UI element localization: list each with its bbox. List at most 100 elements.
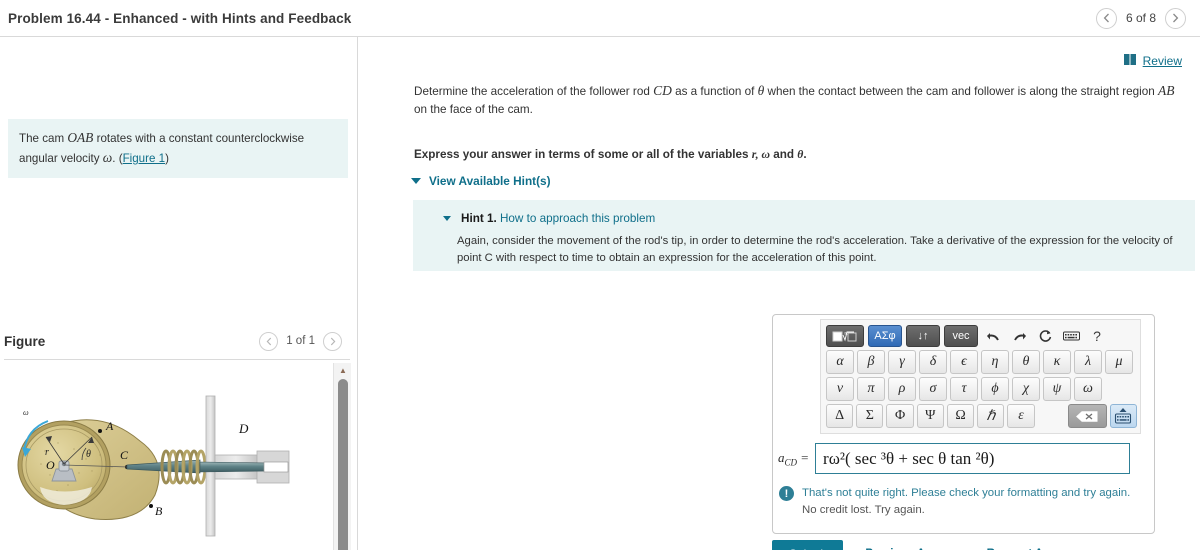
key-epsilon[interactable]: ϵ: [950, 350, 978, 374]
answer-input[interactable]: rω²( sec ³θ + sec θ tan ²θ): [815, 443, 1131, 474]
question-part2: as a function of: [671, 85, 758, 98]
vec-button[interactable]: vec: [944, 325, 978, 347]
prev-figure-button[interactable]: [259, 331, 279, 351]
answer-label-sub: CD: [784, 457, 798, 468]
hint-body: Again, consider the movement of the rod'…: [457, 235, 1173, 264]
prev-problem-button[interactable]: [1095, 7, 1117, 29]
key-Omega[interactable]: Ω: [946, 404, 975, 428]
hint-title: How to approach this problem: [499, 212, 656, 225]
question-text: Determine the acceleration of the follow…: [414, 81, 1189, 119]
point-A-dot: [98, 429, 102, 433]
greek-keys: α β γ δ ϵ η θ κ λ μ ν π ρ σ τ ϕ χ ψ ω Δ …: [826, 350, 1137, 431]
key-Psi[interactable]: Ψ: [916, 404, 944, 428]
greek-keys-row-1: α β γ δ ϵ η θ κ λ μ: [826, 350, 1137, 374]
key-alpha[interactable]: α: [826, 350, 854, 374]
figure-label-r: r: [45, 447, 49, 458]
key-tau[interactable]: τ: [950, 377, 978, 401]
key-rho[interactable]: ρ: [888, 377, 916, 401]
figure-label-theta: θ: [86, 449, 91, 460]
greek-palette-button[interactable]: ΑΣφ: [868, 325, 902, 347]
key-kappa[interactable]: κ: [1043, 350, 1071, 374]
key-mu[interactable]: μ: [1105, 350, 1133, 374]
figure-label-B: B: [155, 504, 163, 518]
answer-row: aCD = rω²( sec ³θ + sec θ tan ²θ): [778, 443, 1150, 474]
cam-figure: ω r θ O A B C D: [0, 363, 332, 550]
palette-toolbar: ∞ ΑΣφ ↓↑ vec ?: [826, 324, 1137, 348]
answer-actions: Submit Previous Answers Request Answer: [772, 540, 1076, 550]
spring: [160, 449, 207, 485]
chevron-left-icon: [1103, 13, 1109, 23]
page-title: Problem 16.44 - Enhanced - with Hints an…: [8, 10, 352, 26]
figure-scrollbar[interactable]: ▲ ▼: [333, 363, 351, 550]
key-hbar[interactable]: ℏ: [977, 404, 1005, 428]
figure-1-link[interactable]: Figure 1: [123, 152, 166, 165]
scrollbar-thumb[interactable]: [338, 379, 348, 550]
exclamation-icon: !: [779, 486, 794, 501]
view-hints-toggle[interactable]: View Available Hint(s): [411, 174, 551, 188]
key-varepsilon[interactable]: ε: [1007, 404, 1035, 428]
chevron-down-icon: [411, 178, 421, 184]
express-answer-instruction: Express your answer in terms of some or …: [414, 148, 1189, 161]
key-phi[interactable]: ϕ: [981, 377, 1009, 401]
reset-circle-icon[interactable]: [1034, 325, 1056, 347]
hint-panel: Hint 1. How to approach this problem Aga…: [413, 200, 1195, 271]
key-delta[interactable]: δ: [919, 350, 947, 374]
answer-equals: =: [800, 449, 810, 465]
figure-label-A: A: [105, 419, 114, 433]
next-problem-button[interactable]: [1165, 7, 1186, 29]
left-panel: The cam OAB rotates with a constant coun…: [0, 37, 358, 550]
question-part3: when the contact between the cam and fol…: [764, 85, 1158, 98]
statement-omega: ω: [102, 149, 113, 165]
problem-statement: The cam OAB rotates with a constant coun…: [8, 119, 348, 178]
question-rod-cd: CD: [653, 83, 672, 98]
question-region-ab: AB: [1157, 83, 1175, 98]
chevron-left-icon: [266, 337, 271, 345]
express-pre: Express your answer in terms of some or …: [414, 148, 752, 161]
rod-tip-D: [263, 461, 289, 473]
feedback-line-2: No credit lost. Try again.: [802, 503, 925, 516]
keyboard-icon[interactable]: [1060, 325, 1082, 347]
hide-keyboard-key[interactable]: [1109, 404, 1137, 428]
key-theta[interactable]: θ: [1012, 350, 1040, 374]
next-figure-button[interactable]: [323, 331, 342, 351]
key-sigma[interactable]: σ: [919, 377, 947, 401]
scroll-up-arrow-icon[interactable]: ▲: [334, 363, 352, 377]
key-spacer: [1038, 404, 1065, 428]
review-link[interactable]: Review: [1143, 54, 1182, 68]
key-lambda[interactable]: λ: [1074, 350, 1102, 374]
figure-label-O: O: [46, 458, 55, 472]
problem-pager: 6 of 8: [1095, 7, 1186, 29]
express-and: and: [769, 148, 798, 161]
hint-number: Hint 1.: [461, 212, 497, 225]
key-pi[interactable]: π: [857, 377, 885, 401]
greek-keys-row-3: Δ Σ Φ Ψ Ω ℏ ε: [826, 404, 1137, 428]
redo-arrow-icon[interactable]: [1008, 325, 1030, 347]
key-chi[interactable]: χ: [1012, 377, 1040, 401]
submit-button[interactable]: Submit: [772, 540, 844, 550]
key-nu[interactable]: ν: [826, 377, 854, 401]
chevron-right-icon: [1173, 13, 1179, 23]
key-omega[interactable]: ω: [1074, 377, 1102, 401]
question-part4: on the face of the cam.: [414, 103, 533, 117]
key-Sigma[interactable]: Σ: [856, 404, 884, 428]
template-button[interactable]: ∞: [826, 325, 864, 347]
statement-var-oab: OAB: [67, 130, 94, 145]
figure-label-omega: ω: [23, 408, 29, 417]
answer-card: ∞ ΑΣφ ↓↑ vec ? α β γ δ ϵ η θ κ λ μ ν π ρ…: [772, 314, 1155, 534]
figure-label-D: D: [238, 421, 249, 436]
figure-pager: 1 of 1: [259, 331, 342, 351]
statement-text-pre: The cam: [19, 132, 68, 145]
help-question-icon[interactable]: ?: [1086, 325, 1108, 347]
key-eta[interactable]: η: [981, 350, 1009, 374]
key-beta[interactable]: β: [857, 350, 885, 374]
key-Delta[interactable]: Δ: [826, 404, 854, 428]
hint-header[interactable]: Hint 1. How to approach this problem: [443, 212, 655, 225]
key-psi[interactable]: ψ: [1043, 377, 1071, 401]
undo-arrow-icon[interactable]: [982, 325, 1004, 347]
key-Phi[interactable]: Φ: [886, 404, 914, 428]
figure-header: Figure 1 of 1: [0, 323, 358, 359]
key-gamma[interactable]: γ: [888, 350, 916, 374]
figure-title: Figure: [4, 333, 46, 349]
backspace-key[interactable]: [1067, 404, 1107, 428]
sort-button[interactable]: ↓↑: [906, 325, 940, 347]
